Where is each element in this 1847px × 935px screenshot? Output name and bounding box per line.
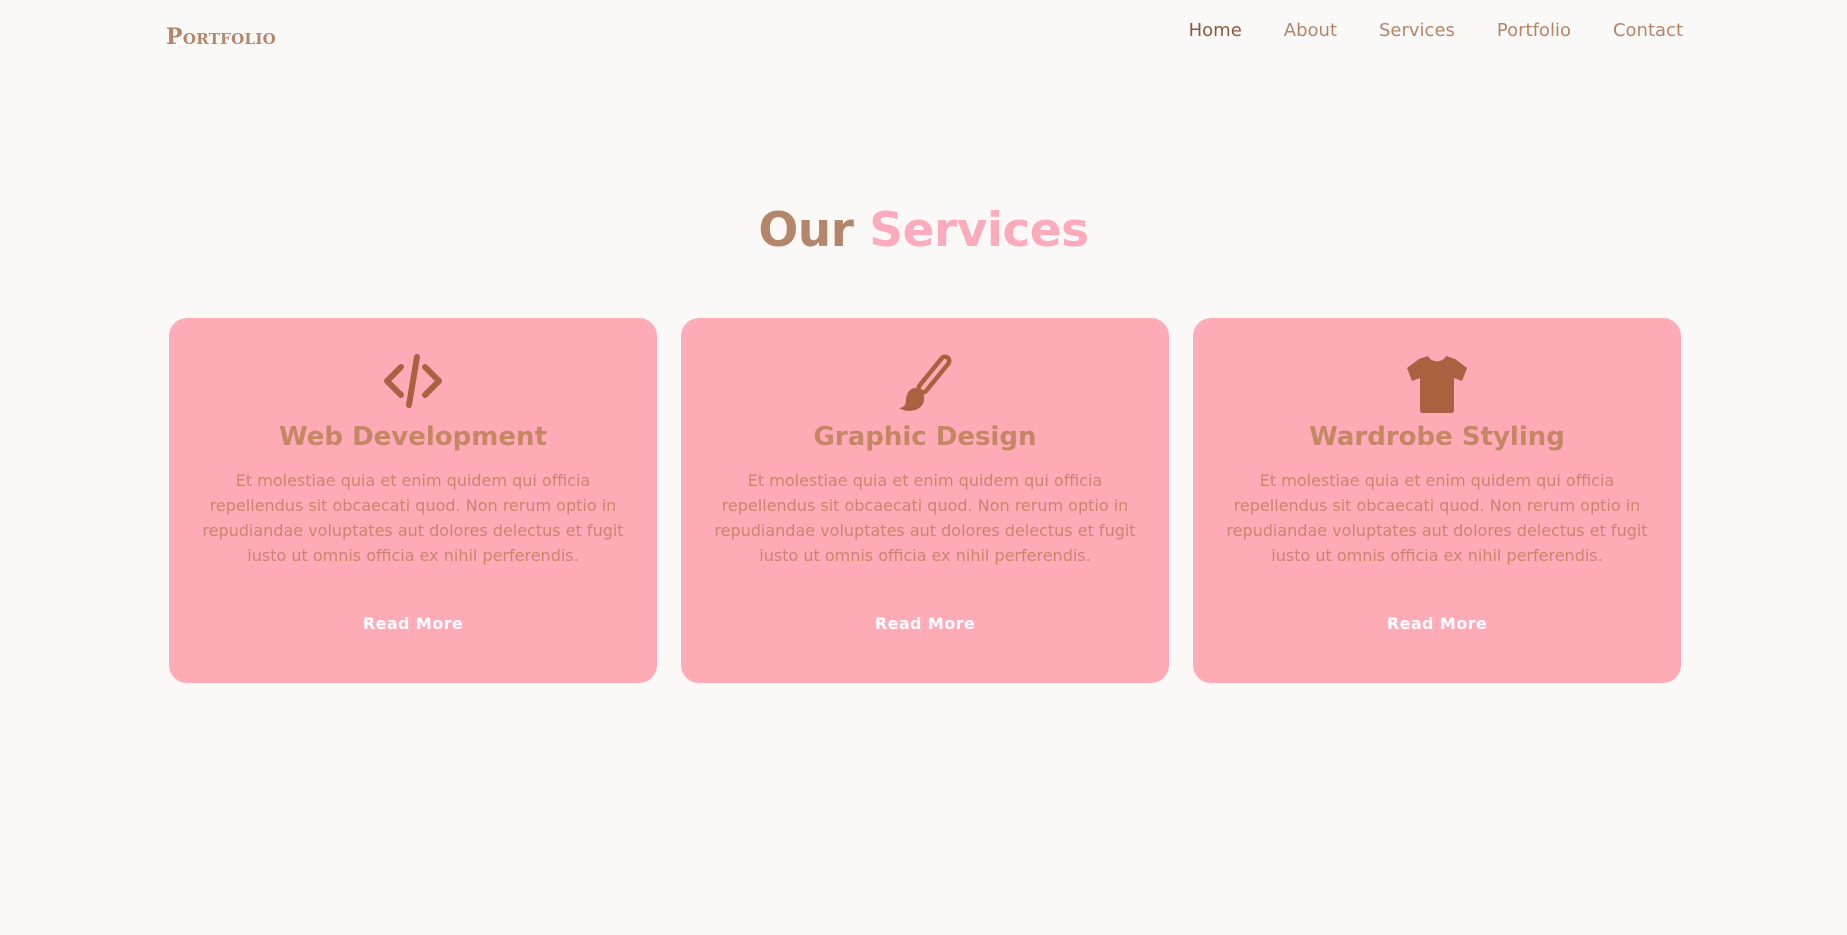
service-card-title: Wardrobe Styling: [1309, 422, 1565, 452]
tshirt-icon: [1193, 352, 1681, 414]
read-more-button[interactable]: Read More: [1373, 608, 1501, 639]
service-card-title: Web Development: [279, 422, 547, 452]
nav-link-contact[interactable]: Contact: [1613, 20, 1683, 41]
paint-brush-icon: [681, 352, 1169, 414]
service-card-description: Et molestiae quia et enim quidem qui off…: [714, 471, 1136, 565]
read-more-button[interactable]: Read More: [861, 608, 989, 639]
site-header: Portfolio Home About Services Portfolio …: [0, 0, 1847, 72]
service-cards: Web Development Et molestiae quia et eni…: [169, 318, 1681, 683]
services-heading-part1: Our: [758, 203, 854, 258]
nav-link-services[interactable]: Services: [1379, 20, 1455, 41]
service-card-description: Et molestiae quia et enim quidem qui off…: [202, 471, 624, 565]
services-heading: Our Services: [0, 203, 1847, 258]
services-heading-part2: Services: [869, 203, 1089, 258]
service-card-title: Graphic Design: [813, 422, 1037, 452]
nav-link-about[interactable]: About: [1284, 20, 1337, 41]
service-card-graphic-design: Graphic Design Et molestiae quia et enim…: [681, 318, 1169, 683]
service-card-description: Et molestiae quia et enim quidem qui off…: [1226, 471, 1648, 565]
site-logo[interactable]: Portfolio: [166, 24, 276, 50]
service-card-wardrobe-styling: Wardrobe Styling Et molestiae quia et en…: [1193, 318, 1681, 683]
nav-link-portfolio[interactable]: Portfolio: [1497, 20, 1571, 41]
read-more-button[interactable]: Read More: [349, 608, 477, 639]
nav-link-home[interactable]: Home: [1189, 20, 1242, 41]
service-card-web-development: Web Development Et molestiae quia et eni…: [169, 318, 657, 683]
main-nav: Home About Services Portfolio Contact: [1189, 20, 1683, 41]
code-icon: [169, 352, 657, 414]
